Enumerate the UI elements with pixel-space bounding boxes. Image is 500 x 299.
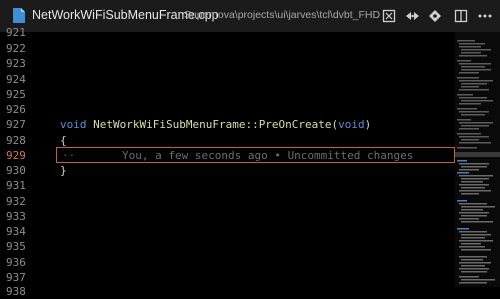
line-number: 930	[6, 164, 26, 177]
line-number: 928	[6, 134, 26, 147]
code-line[interactable]: 934	[0, 224, 455, 239]
compare-changes-icon[interactable]	[378, 5, 400, 27]
line-number: 933	[6, 210, 26, 223]
code-line[interactable]: 924	[0, 72, 455, 87]
code-line[interactable]: 925	[0, 87, 455, 102]
git-blame-annotation: You, a few seconds ago • Uncommitted cha…	[122, 149, 414, 162]
minimap-preview	[455, 32, 500, 287]
code-line[interactable]: 936	[0, 255, 455, 270]
preview-icon[interactable]	[401, 5, 423, 27]
line-number: 938	[6, 285, 26, 298]
code-text: void NetWorkWiFiSubMenuFrame::PreOnCreat…	[60, 117, 371, 132]
line-number: 923	[6, 57, 26, 70]
code-line[interactable]: 930 }	[0, 163, 455, 178]
code-line[interactable]: 921	[0, 25, 455, 40]
line-number: 922	[6, 42, 26, 55]
code-line[interactable]: 938	[0, 284, 455, 299]
keyword-void: void	[60, 118, 87, 131]
line-number: 927	[6, 118, 26, 131]
code-line[interactable]: 927 void NetWorkWiFiSubMenuFrame::PreOnC…	[0, 117, 455, 132]
line-number: 926	[6, 103, 26, 116]
line-number: 924	[6, 73, 26, 86]
keyword-void-param: void	[338, 118, 365, 131]
line-number: 935	[6, 240, 26, 253]
line-number: 931	[6, 179, 26, 192]
code-line-current[interactable]: 929 ·· You, a few seconds ago • Uncommit…	[0, 147, 455, 163]
code-line[interactable]: 926	[0, 102, 455, 117]
function-name: NetWorkWiFiSubMenuFrame::PreOnCreate	[93, 118, 332, 131]
line-number: 921	[6, 26, 26, 39]
code-line[interactable]: 933	[0, 209, 455, 224]
code-line[interactable]: 923	[0, 56, 455, 71]
line-number: 932	[6, 195, 26, 208]
more-actions-icon[interactable]	[474, 5, 496, 27]
code-line[interactable]: 922	[0, 41, 455, 56]
line-number: 934	[6, 225, 26, 238]
line-number: 925	[6, 88, 26, 101]
minimap[interactable]	[455, 32, 500, 287]
line-number: 936	[6, 256, 26, 269]
split-editor-icon[interactable]	[450, 5, 472, 27]
code-line[interactable]: 931	[0, 178, 455, 193]
code-line[interactable]: 935	[0, 239, 455, 254]
whitespace-indicator: ··	[62, 149, 76, 162]
code-text: }	[60, 164, 67, 177]
git-commit-icon[interactable]	[424, 5, 446, 27]
tab-file-path: Supernova\projects\ui\jarves\tcl\dvbt_FH…	[184, 9, 380, 21]
code-line[interactable]: 932	[0, 194, 455, 209]
paren-close: )	[364, 118, 372, 131]
cpp-file-icon	[13, 8, 25, 23]
line-number-active: 929	[6, 149, 26, 162]
code-editor[interactable]: 921 922 923 924 925 926 927 void NetWork…	[0, 26, 455, 298]
